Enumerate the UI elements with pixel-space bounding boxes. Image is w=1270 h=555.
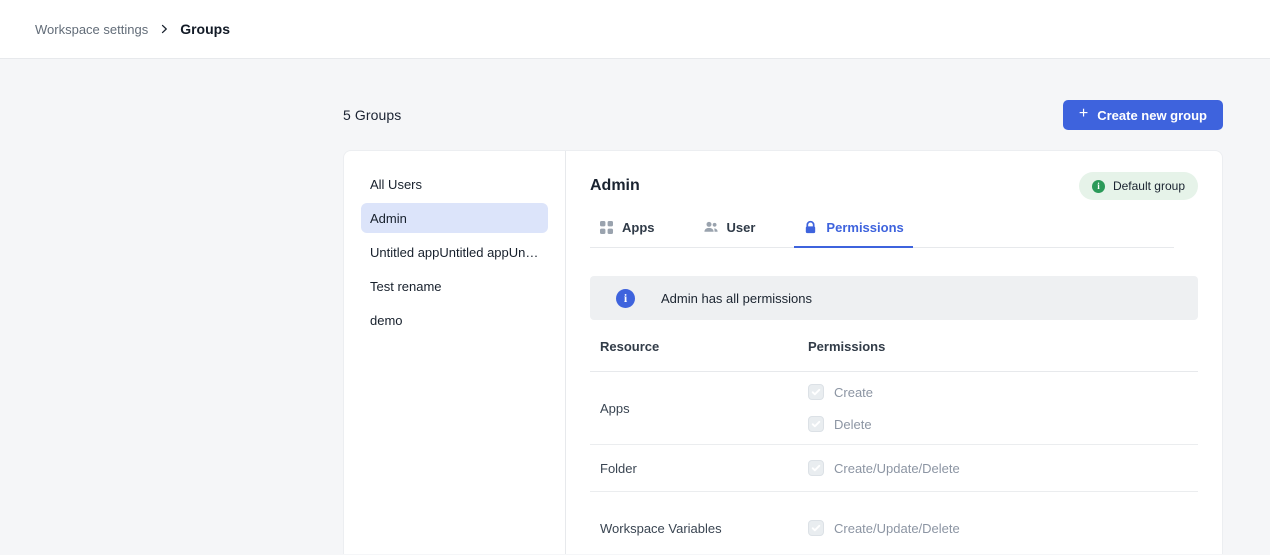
breadcrumb-groups: Groups (180, 21, 230, 37)
group-list-item-label: demo (370, 313, 403, 328)
permission-item: Create/Update/Delete (808, 512, 1198, 544)
permission-checkbox (808, 460, 824, 476)
permission-checkbox (808, 520, 824, 536)
permission-checkbox (808, 416, 824, 432)
create-new-group-button[interactable]: + Create new group (1063, 100, 1223, 130)
tab-permissions[interactable]: Permissions (794, 211, 912, 248)
permission-label: Create (834, 385, 873, 400)
lock-icon (803, 220, 818, 235)
permission-label: Delete (834, 417, 872, 432)
permission-item: Delete (808, 408, 1198, 440)
group-list-item-test-rename[interactable]: Test rename (361, 271, 548, 301)
apps-grid-icon (599, 220, 614, 235)
permissions-table-row: Apps Create Delete (590, 372, 1198, 445)
default-group-badge-label: Default group (1113, 179, 1185, 193)
resource-name: Folder (590, 461, 808, 476)
groups-toolbar: 5 Groups + Create new group (343, 100, 1223, 130)
group-list-item-label: Admin (370, 211, 407, 226)
permission-checkbox-group: Create/Update/Delete (808, 512, 1198, 544)
permission-checkbox-group: Create/Update/Delete (808, 452, 1198, 484)
group-list-item-admin[interactable]: Admin (361, 203, 548, 233)
create-new-group-label: Create new group (1097, 108, 1207, 123)
info-icon: i (1092, 180, 1105, 193)
tab-label: Apps (622, 220, 655, 235)
group-list-item-label: Test rename (370, 279, 442, 294)
group-detail-panel: Admin i Default group Apps User Permissi… (566, 151, 1222, 554)
users-icon (703, 219, 719, 235)
group-detail-header: Admin i Default group (590, 172, 1198, 200)
permission-label: Create/Update/Delete (834, 521, 960, 536)
tab-apps[interactable]: Apps (590, 211, 664, 248)
breadcrumb-workspace-settings[interactable]: Workspace settings (35, 22, 148, 37)
tab-user[interactable]: User (694, 211, 765, 248)
permission-checkbox-group: Create Delete (808, 376, 1198, 440)
group-list-item-demo[interactable]: demo (361, 305, 548, 335)
chevron-right-icon (158, 23, 170, 35)
permissions-table-body: Apps Create Delete Folder Create/Update/… (590, 372, 1198, 554)
permissions-info-text: Admin has all permissions (661, 291, 812, 306)
permissions-table-row: Workspace Variables Create/Update/Delete (590, 492, 1198, 554)
permission-checkbox (808, 384, 824, 400)
permissions-info-banner: i Admin has all permissions (590, 276, 1198, 320)
info-icon: i (616, 289, 635, 308)
top-bar: Workspace settings Groups (0, 0, 1270, 59)
tab-label: Permissions (826, 220, 903, 235)
default-group-badge: i Default group (1079, 172, 1198, 200)
group-list-item-untitled-appuntitled-appuntitl[interactable]: Untitled appUntitled appUntitled app (361, 237, 548, 267)
permissions-table-row: Folder Create/Update/Delete (590, 445, 1198, 492)
resource-name: Workspace Variables (590, 521, 808, 536)
groups-card: All Users Admin Untitled appUntitled app… (343, 150, 1223, 554)
permission-item: Create/Update/Delete (808, 452, 1198, 484)
permissions-column-header: Permissions (808, 339, 1198, 354)
group-title: Admin (590, 177, 640, 195)
permission-label: Create/Update/Delete (834, 461, 960, 476)
group-list-item-label: Untitled appUntitled appUntitled app (370, 245, 539, 260)
group-list-item-all-users[interactable]: All Users (361, 169, 548, 199)
permission-item: Create (808, 376, 1198, 408)
permissions-table-header: Resource Permissions (590, 320, 1198, 372)
plus-icon: + (1079, 106, 1088, 122)
resource-name: Apps (590, 401, 808, 416)
tab-bar: Apps User Permissions (590, 211, 1174, 248)
group-count-label: 5 Groups (343, 107, 401, 123)
tab-label: User (727, 220, 756, 235)
group-list: All Users Admin Untitled appUntitled app… (344, 151, 566, 554)
group-list-item-label: All Users (370, 177, 422, 192)
resource-column-header: Resource (590, 339, 808, 354)
